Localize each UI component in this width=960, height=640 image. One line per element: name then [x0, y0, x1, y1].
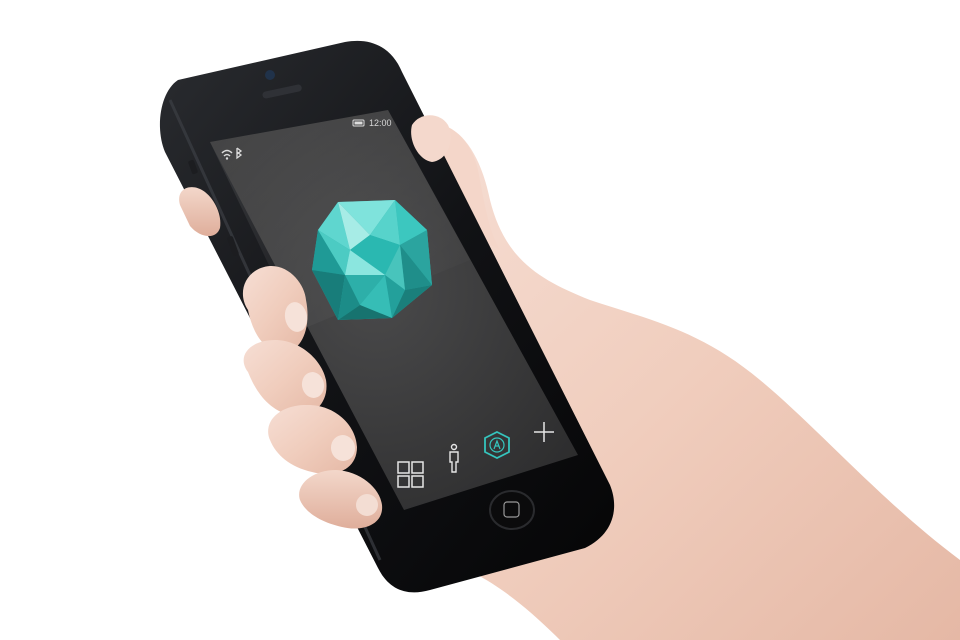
home-button[interactable] — [489, 490, 535, 530]
photo-scene: 12:00 — [159, 40, 960, 640]
front-camera — [265, 70, 275, 80]
status-time: 12:00 — [369, 118, 392, 128]
